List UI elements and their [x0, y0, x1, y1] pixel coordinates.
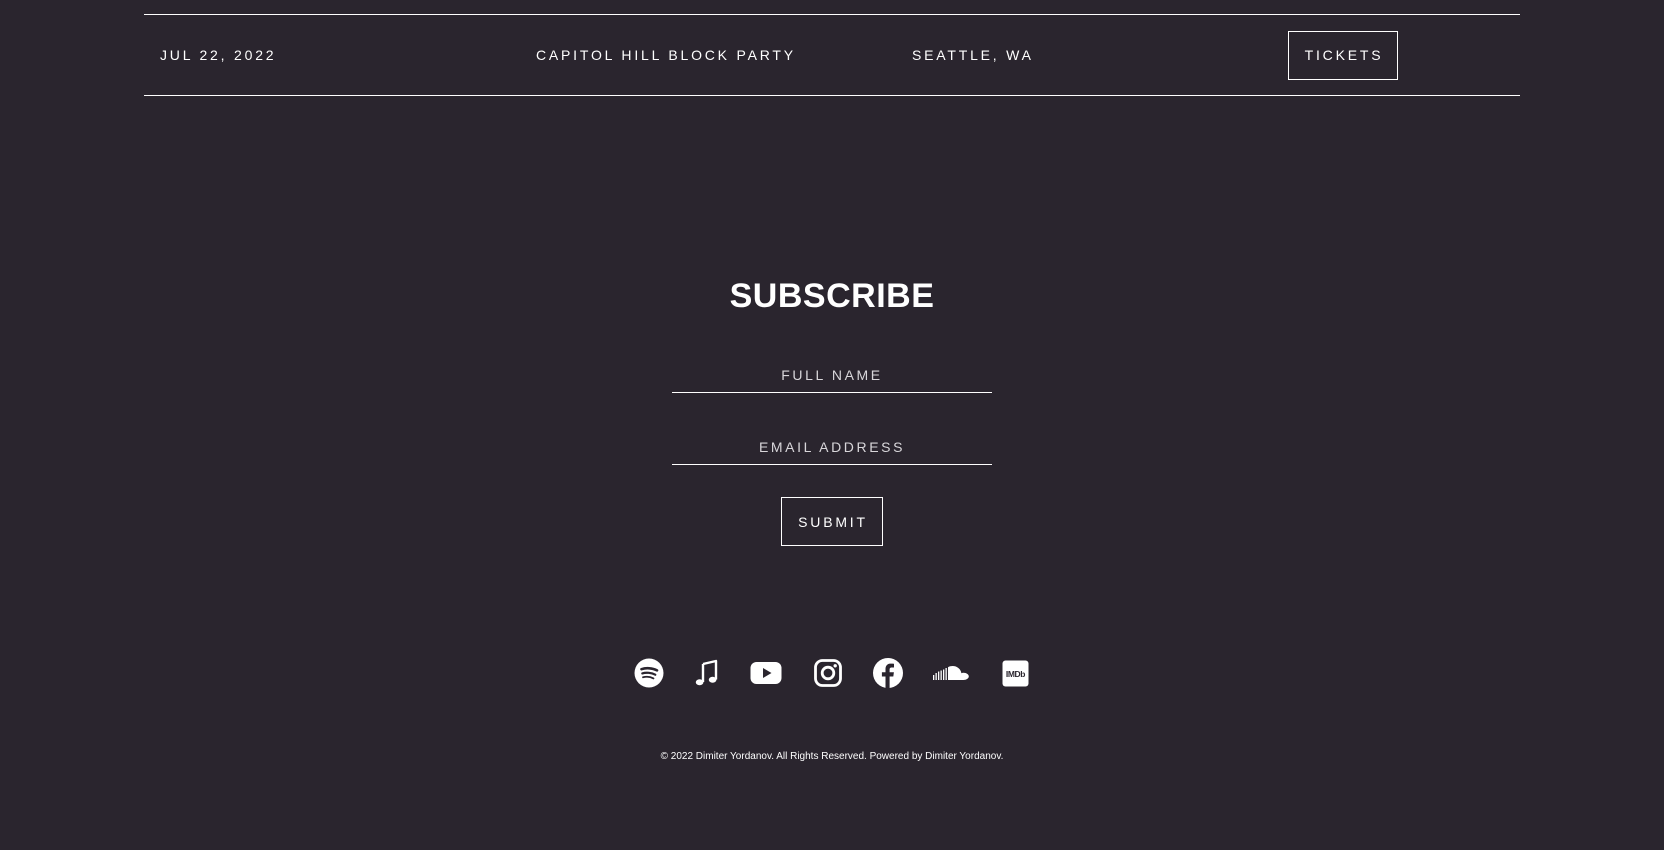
event-row: JUL 22, 2022 CAPITOL HILL BLOCK PARTY SE… [144, 14, 1520, 96]
music-link[interactable] [691, 657, 723, 689]
soundcloud-icon [933, 666, 969, 680]
instagram-link[interactable] [812, 657, 844, 689]
imdb-text: IMDb [1006, 669, 1025, 679]
subscribe-title: SUBSCRIBE [729, 277, 935, 315]
youtube-link[interactable] [750, 657, 782, 689]
imdb-link[interactable]: IMDb [1000, 657, 1032, 689]
copyright-text: © 2022 Dimiter Yordanov. All Rights Rese… [660, 751, 1004, 762]
spotify-link[interactable] [633, 657, 665, 689]
soundcloud-link[interactable] [933, 657, 969, 689]
full-name-input[interactable] [672, 357, 992, 393]
music-note-icon [695, 659, 718, 686]
event-location: SEATTLE, WA [912, 47, 1034, 63]
tickets-button[interactable]: TICKETS [1288, 31, 1398, 80]
submit-button[interactable]: SUBMIT [781, 497, 883, 546]
instagram-icon [814, 659, 842, 687]
imdb-icon: IMDb [1002, 660, 1029, 687]
facebook-link[interactable] [872, 657, 904, 689]
youtube-icon [750, 662, 782, 684]
event-date: JUL 22, 2022 [160, 47, 277, 63]
social-links: IMDb [0, 657, 1664, 689]
event-name: CAPITOL HILL BLOCK PARTY [536, 47, 796, 63]
spotify-icon [634, 658, 664, 688]
facebook-icon [873, 658, 903, 688]
email-address-input[interactable] [672, 429, 992, 465]
